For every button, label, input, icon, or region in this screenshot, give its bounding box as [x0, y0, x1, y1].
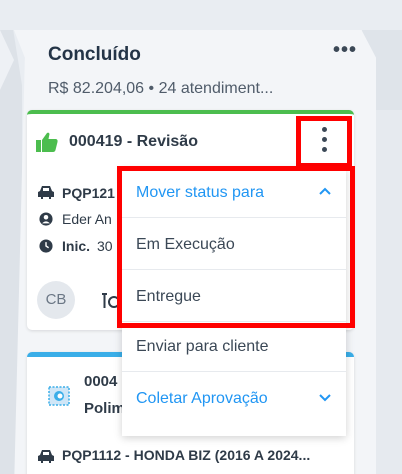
- menu-item-coletar-aprovacao[interactable]: Coletar Aprovação: [122, 374, 346, 424]
- chevron-down-icon: [319, 394, 331, 402]
- column-summary: R$ 82.204,06 • 24 atendiment...: [48, 80, 274, 97]
- card-id-title: 0004: [84, 373, 118, 390]
- car-icon: [38, 450, 54, 463]
- column-title: Concluído: [48, 44, 141, 65]
- menu-item-label: Enviar para cliente: [136, 338, 269, 355]
- car-icon: [38, 186, 54, 199]
- card-vehicle: PQP121: [62, 185, 115, 201]
- card-customer: Eder An: [62, 211, 112, 227]
- thumbs-up-icon: [36, 132, 58, 152]
- card-inic-value: 30: [97, 238, 113, 254]
- clock-icon: [39, 239, 53, 253]
- image-icon: [48, 386, 70, 406]
- kebab-highlight-box: [296, 116, 352, 168]
- menu-item-enviar-cliente[interactable]: Enviar para cliente: [122, 322, 346, 372]
- avatar: CB: [37, 281, 75, 319]
- card-id-title: 000419 - Revisão: [69, 133, 198, 150]
- menu-highlight-box: [117, 166, 355, 328]
- card-service-name: Polim: [84, 400, 125, 417]
- user-circle-icon: [39, 212, 53, 226]
- menu-item-label: Coletar Aprovação: [136, 390, 268, 407]
- column-more-button[interactable]: •••: [333, 40, 361, 64]
- card-vehicle: PQP1112 - HONDA BIZ (2016 A 2024...: [62, 447, 311, 463]
- card-inic-label: Inic.: [62, 238, 91, 254]
